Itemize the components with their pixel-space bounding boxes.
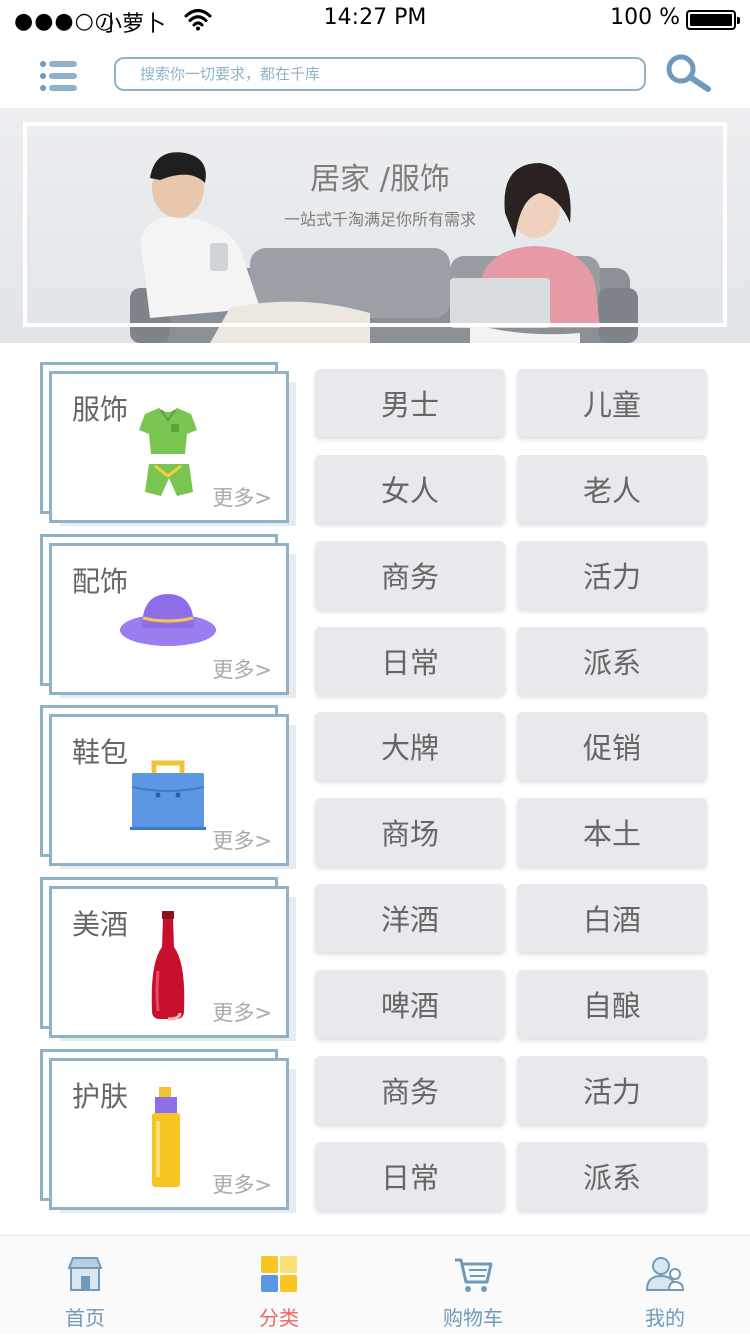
cart-icon [455,1258,493,1292]
tag-chip[interactable]: 日常 [315,627,505,695]
status-bar: ●●●○○ 小萝卜 14:27 PM 100 % [0,0,750,40]
tag-chip[interactable]: 派系 [517,1142,707,1210]
tag-chip[interactable]: 活力 [517,1056,707,1124]
bottom-tab-bar: 首页 分类 购物车 我的 [0,1235,750,1334]
tab-label: 我的 [645,1306,685,1330]
bag-icon [130,760,206,830]
category-card-clothing: 服饰 更多> [40,362,296,526]
tab-cart[interactable]: 购物车 [413,1236,533,1335]
header [0,40,750,108]
home-icon [67,1257,103,1291]
category-title: 美酒 [72,908,129,941]
category-card-wine: 美酒 更多> [40,877,296,1041]
tag-chip[interactable]: 商务 [315,1056,505,1124]
category-card[interactable]: 美酒 更多> [49,886,289,1038]
battery-icon [686,10,740,30]
tag-chip[interactable]: 促销 [517,712,707,780]
tag-chip[interactable]: 商场 [315,798,505,866]
more-link[interactable]: 更多> [212,482,272,512]
search-input[interactable] [116,59,644,89]
tag-chip[interactable]: 洋酒 [315,884,505,952]
tab-label: 分类 [259,1306,299,1330]
tag-chip[interactable]: 老人 [517,455,707,523]
tag-chip[interactable]: 男士 [315,369,505,437]
category-title: 护肤 [72,1080,129,1113]
tag-chip[interactable]: 女人 [315,455,505,523]
tag-chip[interactable]: 派系 [517,627,707,695]
category-card[interactable]: 鞋包 更多> [49,714,289,866]
tab-category[interactable]: 分类 [219,1236,339,1335]
category-card-bags: 鞋包 更多> [40,705,296,869]
user-icon [645,1257,685,1291]
banner-title: 居家 /服饰 [310,162,450,197]
category-card[interactable]: 护肤 更多> [49,1058,289,1210]
tab-home[interactable]: 首页 [25,1236,145,1335]
category-card-skincare: 护肤 更多> [40,1049,296,1213]
tag-chip[interactable]: 啤酒 [315,970,505,1038]
more-link[interactable]: 更多> [212,825,272,855]
tag-chip[interactable]: 日常 [315,1142,505,1210]
hat-icon [120,594,216,646]
search-box [114,57,646,91]
category-card[interactable]: 配饰 更多> [49,543,289,695]
wine-bottle-icon [151,911,185,1021]
more-link[interactable]: 更多> [212,654,272,684]
tag-chip[interactable]: 儿童 [517,369,707,437]
tag-chip[interactable]: 白酒 [517,884,707,952]
tag-chip[interactable]: 大牌 [315,712,505,780]
battery-percent: 100 % [610,5,680,30]
category-title: 鞋包 [72,736,129,769]
more-link[interactable]: 更多> [212,1169,272,1199]
tab-label: 购物车 [443,1306,503,1330]
tag-chip[interactable]: 商务 [315,541,505,609]
category-list: 服饰 更多> 男士 儿童 女人 老人 配饰 更多> 商务 活力 日常 派系 鞋包… [0,343,750,1235]
skincare-bottle-icon [152,1087,180,1187]
category-card[interactable]: 服饰 更多> [49,371,289,523]
category-card-accessories: 配饰 更多> [40,534,296,698]
menu-list-icon[interactable] [40,60,77,92]
search-icon[interactable] [664,54,712,94]
tab-profile[interactable]: 我的 [605,1236,725,1335]
tag-chip[interactable]: 自酿 [517,970,707,1038]
category-icon [261,1256,297,1292]
tag-chip[interactable]: 活力 [517,541,707,609]
clothes-icon [139,408,197,496]
promo-banner[interactable]: 居家 /服饰 一站式千淘满足你所有需求 [0,108,750,343]
category-title: 服饰 [72,393,129,426]
tag-chip[interactable]: 本土 [517,798,707,866]
tab-label: 首页 [65,1306,105,1330]
banner-subtitle: 一站式千淘满足你所有需求 [283,210,476,229]
more-link[interactable]: 更多> [212,997,272,1027]
